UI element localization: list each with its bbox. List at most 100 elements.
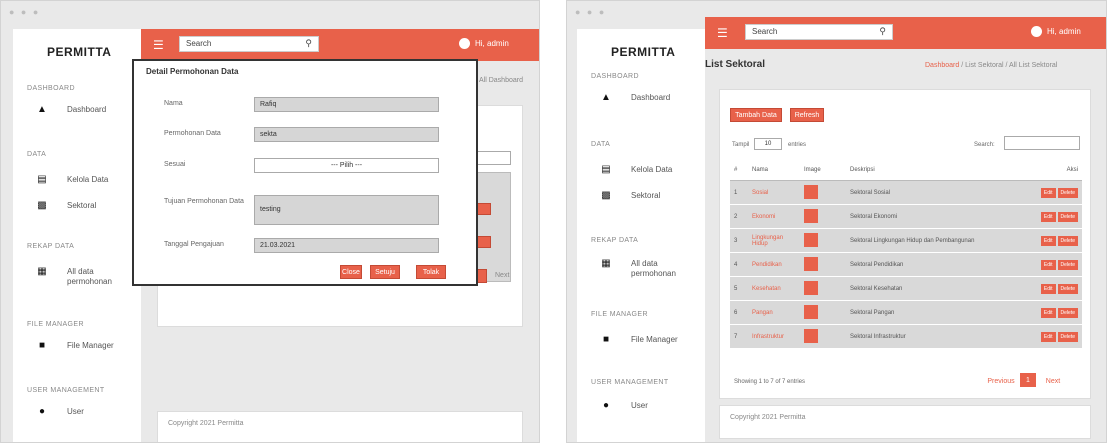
sidebar-item-all-data[interactable]: ▦ All data permohonan	[599, 259, 695, 279]
col-header-aksi[interactable]: Aksi	[1004, 160, 1082, 181]
cell-name[interactable]: Lingkungan Hidup	[748, 228, 800, 253]
cell-name[interactable]: Ekonomi	[748, 204, 800, 229]
sidebar-item-kelola-data[interactable]: ▤ Kelola Data	[599, 165, 695, 175]
delete-button[interactable]: Delete	[1057, 307, 1078, 318]
search-icon[interactable]: ⚲	[305, 38, 312, 49]
sesuai-select[interactable]: --- Pilih ---	[254, 158, 439, 173]
footer: Copyright 2021 Permitta	[719, 405, 1091, 439]
sidebar-item-dashboard[interactable]: ▲ Dashboard	[599, 93, 695, 103]
cell-name[interactable]: Sosial	[748, 180, 800, 205]
sidebar-item-kelola-data[interactable]: ▤ Kelola Data	[35, 175, 131, 185]
menu-icon[interactable]: ☰	[153, 39, 164, 51]
cell-name[interactable]: Pendidikan	[748, 252, 800, 277]
cell-no: 1	[730, 180, 748, 205]
delete-button[interactable]: Delete	[1057, 283, 1078, 294]
page-title: List Sektoral	[705, 59, 766, 70]
edit-button[interactable]: Edit	[1040, 187, 1056, 198]
sidebar-item-user[interactable]: ● User	[35, 407, 131, 417]
book-icon: ▩	[37, 200, 47, 211]
search-icon[interactable]: ⚲	[879, 26, 886, 37]
table-search-input[interactable]	[1004, 136, 1080, 150]
cell-desc: Sektoral Lingkungan Hidup dan Pembanguna…	[846, 228, 1004, 253]
sidebar-item-file-manager[interactable]: ■ File Manager	[35, 341, 131, 351]
next-link[interactable]: Next	[495, 272, 509, 279]
tolak-button[interactable]: Tolak	[416, 265, 446, 279]
permohonan-field[interactable]: sekta	[254, 127, 439, 142]
delete-button[interactable]: Delete	[1057, 187, 1078, 198]
cell-desc: Sektoral Kesehatan	[846, 276, 1004, 301]
sidebar-item-label: Dashboard	[67, 105, 107, 114]
cell-no: 3	[730, 228, 748, 253]
cell-no: 4	[730, 252, 748, 277]
edit-button[interactable]: Edit	[1040, 331, 1056, 342]
col-header-nama[interactable]: Nama	[748, 160, 800, 181]
book-icon: ▩	[601, 190, 611, 201]
user-menu[interactable]: Hi, admin	[1031, 26, 1081, 37]
sidebar-item-label: File Manager	[631, 335, 678, 344]
tanggal-field[interactable]: 21.03.2021	[254, 238, 439, 253]
table-row: 6 Pangan Sektoral Pangan Edit Delete	[730, 300, 1082, 325]
sidebar-item-sektoral[interactable]: ▩ Sektoral	[35, 201, 131, 211]
avatar-icon	[459, 38, 470, 49]
tambah-data-button[interactable]: Tambah Data	[730, 108, 782, 122]
cell-name[interactable]: Pangan	[748, 300, 800, 325]
edit-button[interactable]: Edit	[1040, 211, 1056, 222]
thumbnail-image	[804, 304, 818, 319]
cell-name[interactable]: Kesehatan	[748, 276, 800, 301]
thumbnail-image	[804, 328, 818, 343]
sidebar-item-label: All data permohonan	[631, 259, 676, 278]
search-input[interactable]: Search ⚲	[179, 36, 319, 52]
close-button[interactable]: Close	[340, 265, 362, 279]
cell-name[interactable]: Infrastruktur	[748, 324, 800, 349]
table-icon: ▦	[37, 266, 47, 277]
user-menu[interactable]: Hi, admin	[459, 38, 509, 49]
show-label: Tampil	[732, 142, 750, 148]
delete-button[interactable]: Delete	[1057, 211, 1078, 222]
cell-no: 5	[730, 276, 748, 301]
cell-desc: Sektoral Pangan	[846, 300, 1004, 325]
modal-title: Detail Permohonan Data	[146, 67, 239, 76]
breadcrumb[interactable]: All Dashboard	[479, 77, 523, 84]
sidebar-item-file-manager[interactable]: ■ File Manager	[599, 335, 695, 345]
previous-page-link[interactable]: Previous	[984, 374, 1018, 388]
sidebar: PERMITTA DASHBOARD ▲ Dashboard DATA ▤ Ke…	[577, 29, 705, 442]
left-screen: ● ● ● PERMITTA DASHBOARD ▲ Dashboard DAT…	[0, 0, 540, 443]
edit-button[interactable]: Edit	[1040, 307, 1056, 318]
edit-button[interactable]: Edit	[1040, 283, 1056, 294]
delete-button[interactable]: Delete	[1057, 259, 1078, 270]
edit-button[interactable]: Edit	[1040, 259, 1056, 270]
cell-desc: Sektoral Sosial	[846, 180, 1004, 205]
cell-no: 2	[730, 204, 748, 229]
refresh-button[interactable]: Refresh	[790, 108, 824, 122]
brand-logo: PERMITTA	[47, 45, 112, 59]
col-header-no[interactable]: #	[730, 160, 748, 181]
list-icon: ▤	[601, 164, 611, 175]
showing-entries-text: Showing 1 to 7 of 7 entries	[734, 379, 806, 385]
page-1-button[interactable]: 1	[1020, 373, 1036, 387]
delete-button[interactable]: Delete	[1057, 331, 1078, 342]
user-name: Hi, admin	[475, 39, 509, 48]
sidebar-item-sektoral[interactable]: ▩ Sektoral	[599, 191, 695, 201]
delete-button[interactable]: Delete	[1057, 235, 1078, 246]
search-input[interactable]: Search ⚲	[745, 24, 893, 40]
sidebar-item-dashboard[interactable]: ▲ Dashboard	[35, 105, 131, 115]
field-label: Sesuai	[164, 161, 186, 168]
table-row: 3 Lingkungan Hidup Sektoral Lingkungan H…	[730, 228, 1082, 253]
setuju-button[interactable]: Setuju	[370, 265, 400, 279]
sektoral-table: # Nama Image Deskripsi Aksi 1 Sosial Sek…	[730, 160, 1082, 349]
next-page-link[interactable]: Next	[1040, 374, 1066, 388]
sidebar-section-user: USER MANAGEMENT	[27, 387, 105, 394]
table-row: 1 Sosial Sektoral Sosial Edit Delete	[730, 180, 1082, 205]
search-placeholder: Search	[752, 27, 778, 36]
breadcrumb-link-dashboard[interactable]: Dashboard	[925, 62, 959, 69]
sidebar-item-all-data[interactable]: ▦ All data permohonan	[35, 267, 131, 287]
window-dots: ● ● ●	[9, 7, 41, 17]
entries-select[interactable]: 10	[754, 138, 782, 150]
col-header-image[interactable]: Image	[800, 160, 846, 181]
sidebar-item-user[interactable]: ● User	[599, 401, 695, 411]
col-header-deskripsi[interactable]: Deskripsi	[846, 160, 1004, 181]
nama-field[interactable]: Rafiq	[254, 97, 439, 112]
edit-button[interactable]: Edit	[1040, 235, 1056, 246]
menu-icon[interactable]: ☰	[717, 27, 728, 39]
tujuan-field[interactable]: testing	[254, 195, 439, 225]
